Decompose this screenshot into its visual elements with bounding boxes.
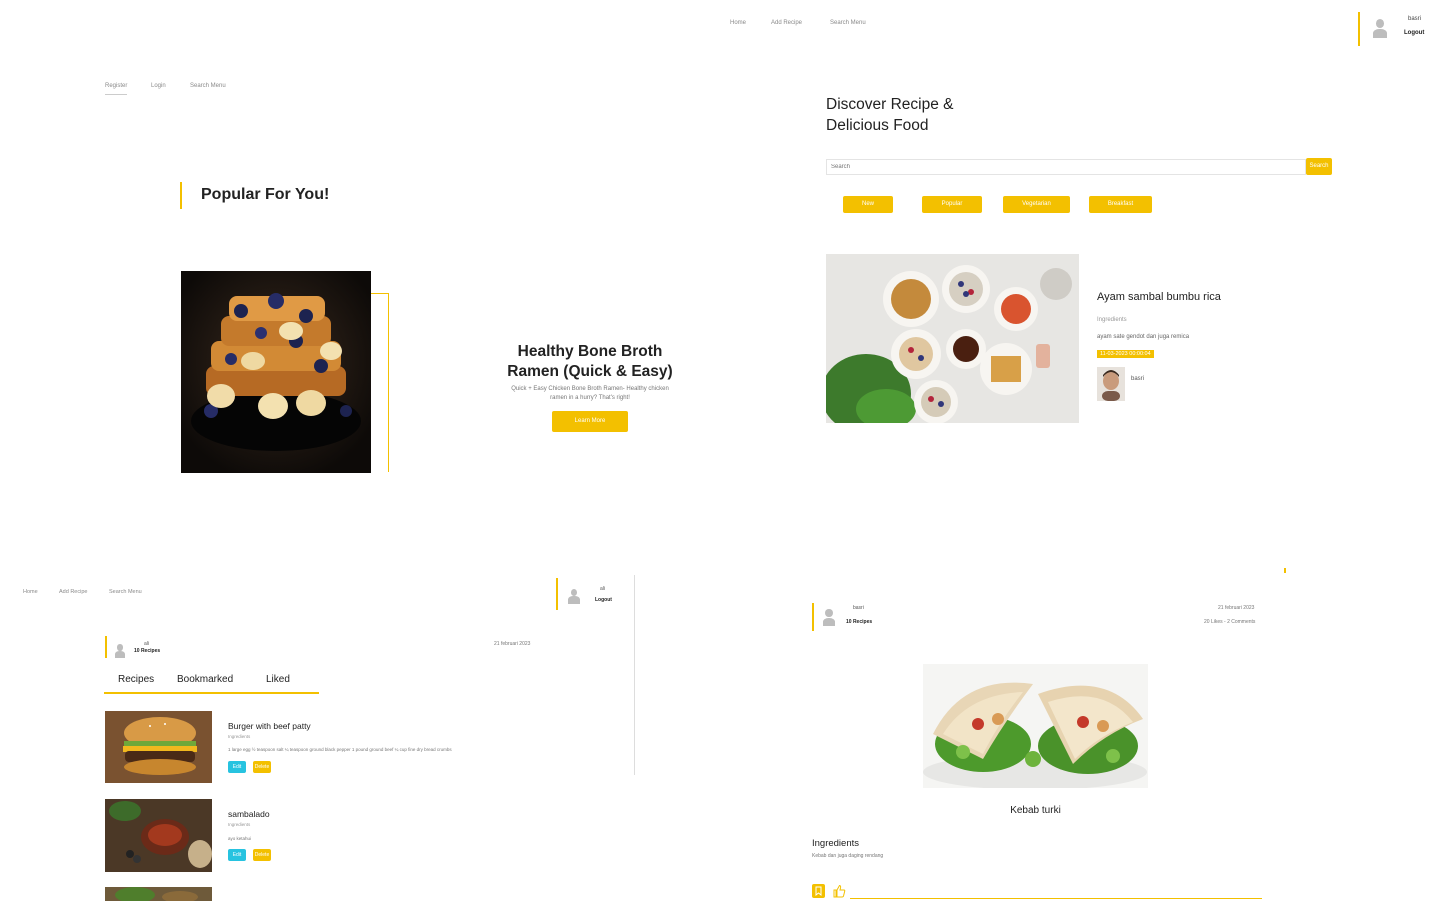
detail-ingredients-text: Kebab dan juga daging rendang	[812, 853, 884, 859]
filter-vegetarian-button[interactable]: Vegetarian	[1003, 196, 1070, 213]
profile-item-title[interactable]: Burger with beef patty	[228, 721, 311, 731]
detail-title: Kebab turki	[1010, 805, 1061, 816]
profile-nav-add-recipe-link[interactable]: Add Recipe	[59, 589, 87, 595]
detail-recipes-count: 10 Recipes	[846, 619, 873, 625]
profile-item-image[interactable]	[105, 887, 212, 901]
nav-search-menu-link[interactable]: Search Menu	[830, 20, 866, 26]
discover-heading: Discover Recipe & Delicious Food	[826, 96, 954, 134]
delete-button[interactable]: Delete	[253, 761, 271, 773]
recipe-card-title[interactable]: Ayam sambal bumbu rica	[1097, 291, 1221, 303]
profile-user-name: ali	[600, 586, 606, 592]
featured-title: Healthy Bone Broth Ramen (Quick & Easy)	[507, 343, 673, 380]
profile-accent-bar	[105, 636, 107, 658]
user-name: basri	[1408, 16, 1422, 22]
profile-item-image[interactable]	[105, 711, 212, 783]
recipe-card-ingredients-label: Ingredients	[1097, 317, 1127, 323]
popular-accent-bar	[180, 182, 182, 209]
filter-breakfast-button[interactable]: Breakfast	[1089, 196, 1152, 213]
detail-accent-mark	[1284, 568, 1286, 573]
detail-author-avatar[interactable]	[820, 606, 838, 626]
detail-ingredients-heading: Ingredients	[812, 838, 860, 849]
profile-panel-divider	[634, 575, 635, 775]
profile-item-ingredients-text: ayo ketahui	[228, 836, 252, 841]
auth-search-menu-link[interactable]: Search Menu	[190, 83, 226, 89]
profile-nav-home-link[interactable]: Home	[23, 589, 38, 595]
detail-bottom-line	[850, 898, 1262, 899]
search-input[interactable]	[826, 159, 1306, 175]
learn-more-button[interactable]: Learn More	[552, 411, 628, 432]
recipe-card-image[interactable]	[826, 254, 1079, 423]
search-button[interactable]: Search	[1306, 158, 1332, 175]
profile-item-image[interactable]	[105, 799, 212, 872]
featured-divider-top	[371, 293, 389, 294]
profile-user-accent-bar	[556, 578, 558, 610]
nav-add-recipe-link[interactable]: Add Recipe	[771, 20, 802, 26]
tab-liked[interactable]: Liked	[266, 674, 290, 685]
user-accent-bar	[1358, 12, 1360, 46]
register-link[interactable]: Register	[105, 83, 128, 95]
profile-date: 21 februari 2023	[494, 641, 531, 647]
edit-button[interactable]: Edit	[228, 761, 246, 773]
nav-home-link[interactable]: Home	[730, 20, 746, 26]
detail-image	[923, 664, 1148, 788]
featured-image[interactable]	[181, 271, 371, 473]
profile-nav-search-menu-link[interactable]: Search Menu	[109, 589, 142, 595]
recipe-card-author-avatar[interactable]	[1097, 367, 1125, 401]
profile-user-avatar[interactable]	[566, 586, 582, 604]
tab-recipes[interactable]: Recipes	[118, 674, 154, 685]
detail-author-accent-bar	[812, 603, 814, 631]
user-avatar[interactable]	[1370, 16, 1390, 38]
login-link[interactable]: Login	[151, 83, 166, 89]
recipe-card-author-name: basri	[1131, 376, 1145, 382]
profile-avatar	[113, 642, 127, 658]
profile-item-ingredients-label: Ingredients	[228, 822, 251, 827]
filter-new-button[interactable]: New	[843, 196, 893, 213]
profile-recipes-count: 10 Recipes	[134, 648, 161, 654]
detail-date: 21 februari 2023	[1218, 605, 1255, 611]
recipe-card-ingredients-text: ayam sate gendot dan juga remica	[1097, 334, 1190, 340]
delete-button[interactable]: Delete	[253, 849, 271, 861]
profile-item-title[interactable]: sambalado	[228, 809, 270, 819]
profile-name: ali	[144, 641, 150, 647]
detail-author-name: basri	[853, 605, 864, 611]
profile-logout-link[interactable]: Logout	[595, 597, 612, 603]
detail-stats: 20 Likes - 2 Comments	[1204, 619, 1256, 625]
featured-description: Quick + Easy Chicken Bone Broth Ramen- H…	[511, 386, 669, 401]
logout-link[interactable]: Logout	[1404, 30, 1424, 36]
like-icon[interactable]	[832, 884, 846, 898]
edit-button[interactable]: Edit	[228, 849, 246, 861]
popular-heading: Popular For You!	[201, 186, 330, 203]
recipe-card-date-badge: 11-03-2023 00:00:04	[1097, 350, 1154, 358]
profile-item-ingredients-text: 1 large egg ½ teaspoon salt ¼ teaspoon g…	[228, 747, 452, 752]
bookmark-icon[interactable]	[812, 884, 825, 898]
featured-divider	[388, 294, 389, 472]
filter-popular-button[interactable]: Popular	[922, 196, 982, 213]
tabs-underline	[104, 692, 319, 694]
profile-item-ingredients-label: Ingredients	[228, 734, 251, 739]
tab-bookmarked[interactable]: Bookmarked	[177, 674, 233, 685]
